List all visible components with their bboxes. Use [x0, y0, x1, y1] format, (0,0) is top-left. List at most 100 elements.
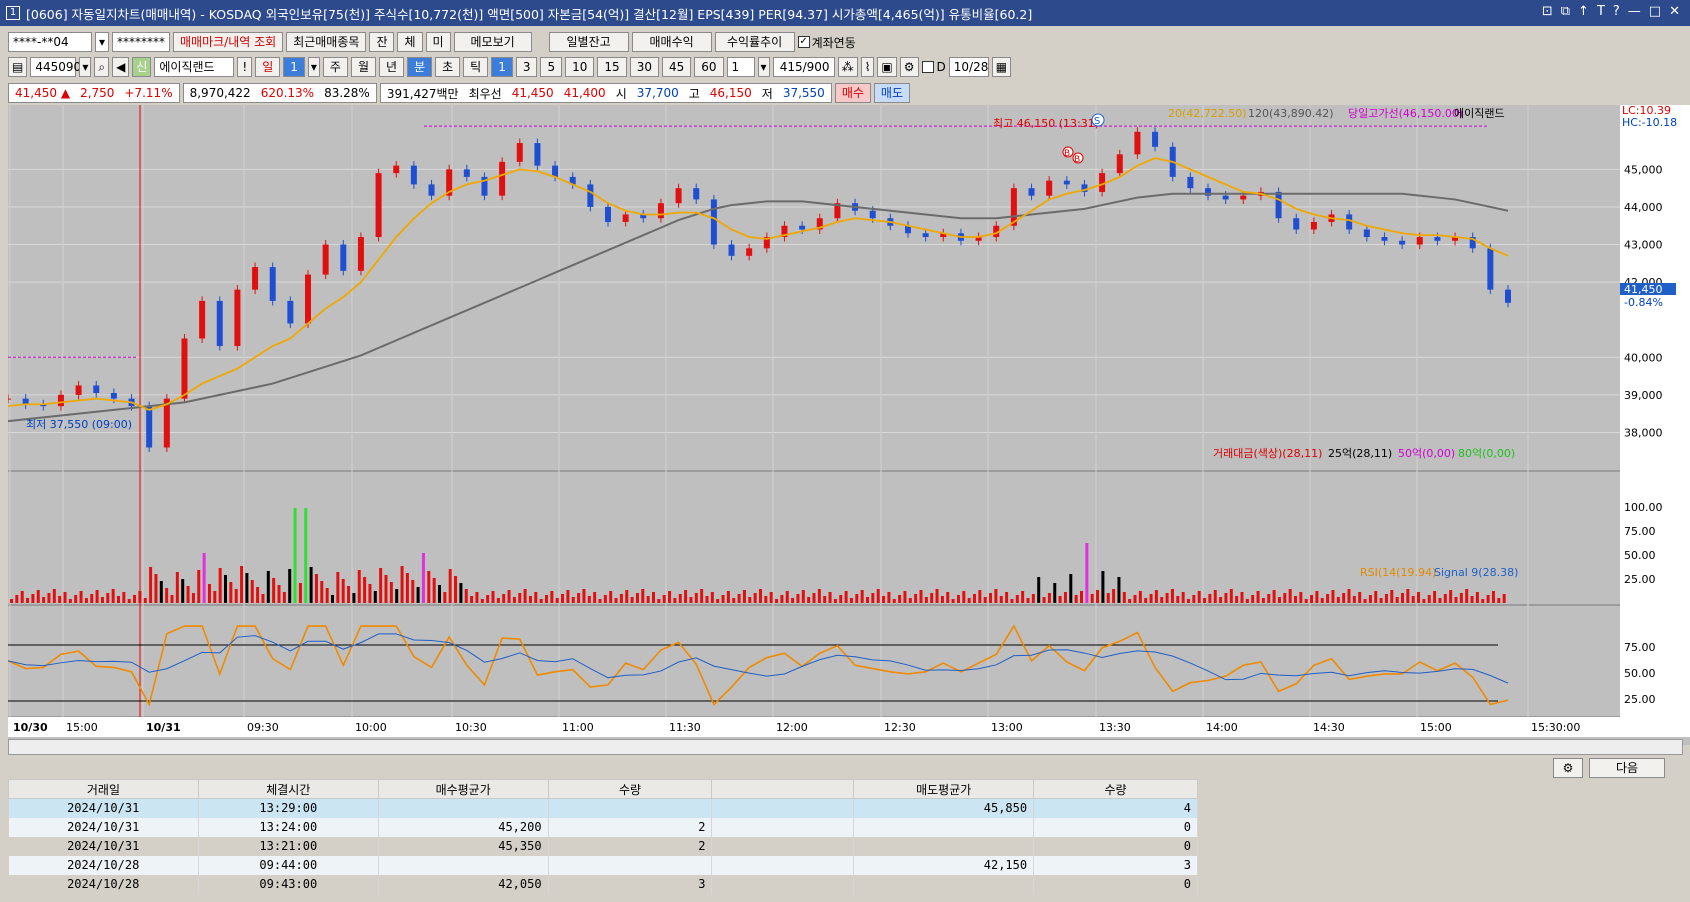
- interval-15[interactable]: 15: [597, 57, 627, 77]
- period-tick[interactable]: 틱: [463, 57, 489, 77]
- page-count[interactable]: 415/900: [772, 57, 835, 77]
- volume-bar: [256, 587, 260, 603]
- table-row[interactable]: 2024/10/28 09:44:00 42,150 3: [8, 855, 1198, 875]
- interval-45[interactable]: 45: [661, 57, 692, 77]
- interval-1[interactable]: 1: [491, 57, 513, 77]
- profit-trend-button[interactable]: 수익률추이: [714, 32, 795, 52]
- unexecuted-button[interactable]: 미: [425, 32, 451, 52]
- volume-bar: [1395, 597, 1399, 603]
- trade-mark-button[interactable]: 매매마크/내역 조회: [173, 32, 284, 52]
- period-year[interactable]: 년: [379, 57, 405, 77]
- date-input[interactable]: 10/28: [948, 57, 989, 77]
- candle-body: [1063, 180, 1070, 185]
- line-tool-icon[interactable]: ⌇: [860, 57, 875, 77]
- maximize-icon[interactable]: □: [1649, 4, 1661, 19]
- sound-icon[interactable]: ◀: [112, 57, 130, 77]
- table-cell: 13:29:00: [198, 798, 379, 818]
- period-dropdown-icon[interactable]: ▾: [307, 57, 320, 77]
- period-week[interactable]: 주: [322, 57, 348, 77]
- balance-button[interactable]: 잔: [369, 32, 395, 52]
- interval-10[interactable]: 10: [565, 57, 595, 77]
- daily-balance-button[interactable]: 일별잔고: [548, 32, 629, 52]
- x-tick-label: 14:00: [1206, 721, 1238, 734]
- font-icon[interactable]: T: [1597, 4, 1605, 19]
- close-icon[interactable]: ✕: [1669, 4, 1680, 19]
- account-select[interactable]: ****-**04: [8, 32, 92, 52]
- recent-stocks-button[interactable]: 최근매매종목: [286, 32, 367, 52]
- interval-dropdown-icon[interactable]: ▾: [757, 57, 770, 77]
- dock-icon[interactable]: ⊡: [1542, 4, 1553, 19]
- table-cell: [711, 874, 855, 894]
- period-day-count[interactable]: 1: [283, 57, 305, 77]
- calendar-icon[interactable]: ▦: [991, 57, 1012, 77]
- volume-bar: [261, 594, 265, 603]
- search-icon[interactable]: ⌕: [94, 57, 110, 77]
- chart-area[interactable]: 38,000 39,000 40,000 42,000 43,000 44,000 45,0…: [5, 104, 1690, 745]
- buy-button[interactable]: 매수: [834, 83, 871, 103]
- trade-history-table: 거래일 체결시간 매수평균가 수량 매도평균가 수량 2024/10/31 13:…: [8, 779, 1198, 894]
- period-month[interactable]: 월: [350, 57, 377, 77]
- chart-scrollbar[interactable]: [8, 739, 1683, 755]
- volume-bar: [662, 595, 666, 603]
- table-row[interactable]: 2024/10/31 13:29:00 45,850 4: [8, 798, 1198, 818]
- volume-bar: [325, 588, 329, 603]
- interval-30[interactable]: 30: [629, 57, 659, 77]
- table-cell: 42,050: [378, 874, 549, 894]
- account-dropdown-icon[interactable]: ▾: [95, 32, 109, 52]
- volume-bar: [1411, 596, 1415, 603]
- alert-icon[interactable]: !: [237, 57, 253, 77]
- table-row[interactable]: 2024/10/28 09:43:00 42,050 3 0: [8, 874, 1198, 894]
- save-icon[interactable]: ▣: [877, 57, 897, 77]
- settings-icon[interactable]: ⚙: [899, 57, 919, 77]
- executed-button[interactable]: 체: [397, 32, 423, 52]
- volume-bar: [700, 589, 704, 603]
- volume-bar: [619, 594, 623, 603]
- table-cell: 09:43:00: [198, 874, 379, 894]
- account-link-checkbox[interactable]: ✓ 계좌연동: [797, 34, 856, 51]
- candle-body: [410, 165, 417, 185]
- trade-profit-button[interactable]: 매매수익: [631, 32, 712, 52]
- minimize-icon[interactable]: —: [1628, 4, 1641, 19]
- volume-bar: [202, 553, 206, 603]
- period-day[interactable]: 일: [255, 57, 281, 77]
- volume-bar: [127, 599, 131, 603]
- stock-code-input[interactable]: 445090: [30, 57, 81, 77]
- volume-bar: [1235, 596, 1239, 603]
- password-field[interactable]: ********: [112, 32, 170, 52]
- interval-60[interactable]: 60: [694, 57, 724, 77]
- candle-body: [728, 244, 735, 256]
- code-dropdown-icon[interactable]: ▾: [79, 57, 92, 77]
- volume-bar: [1363, 599, 1367, 603]
- candle-body: [516, 143, 523, 162]
- table-row[interactable]: 2024/10/31 13:21:00 45,350 2 0: [8, 836, 1198, 856]
- chart-type-icon[interactable]: ▤: [8, 57, 28, 77]
- volume-bar: [1122, 592, 1126, 603]
- volume-bar: [1176, 596, 1180, 603]
- interval-3[interactable]: 3: [515, 57, 538, 77]
- volume-bar: [1208, 594, 1212, 603]
- vol-tick-label: 50.00: [1624, 549, 1656, 562]
- help-icon[interactable]: ?: [1613, 4, 1620, 19]
- volume-bar: [502, 594, 506, 603]
- volume-bar: [15, 595, 19, 603]
- date-checkbox[interactable]: [921, 61, 934, 73]
- period-minute[interactable]: 분: [407, 57, 433, 77]
- custom-interval-input[interactable]: 1: [726, 57, 755, 77]
- volume-bar: [635, 593, 639, 603]
- chart-svg[interactable]: 38,00039,00040,00042,00043,00044,00045,0…: [5, 104, 1690, 745]
- sell-button[interactable]: 매도: [873, 83, 911, 103]
- memo-button[interactable]: 메모보기: [453, 32, 532, 52]
- pin-icon[interactable]: ↑: [1578, 4, 1589, 19]
- volume-bar: [165, 588, 169, 603]
- indicator-icon[interactable]: ⁂: [837, 57, 858, 77]
- period-second[interactable]: 초: [435, 57, 461, 77]
- table-row[interactable]: 2024/10/31 13:24:00 45,200 2 0: [8, 817, 1198, 837]
- restore-icon[interactable]: ⧉: [1561, 4, 1570, 19]
- volume-bar: [298, 583, 302, 603]
- candle-body: [252, 267, 259, 290]
- volume-bar: [1026, 598, 1030, 603]
- interval-5[interactable]: 5: [540, 57, 563, 77]
- next-button[interactable]: 다음: [1589, 758, 1665, 778]
- trade-amount: 391,427백만: [386, 86, 459, 101]
- table-settings-icon[interactable]: ⚙: [1553, 758, 1583, 778]
